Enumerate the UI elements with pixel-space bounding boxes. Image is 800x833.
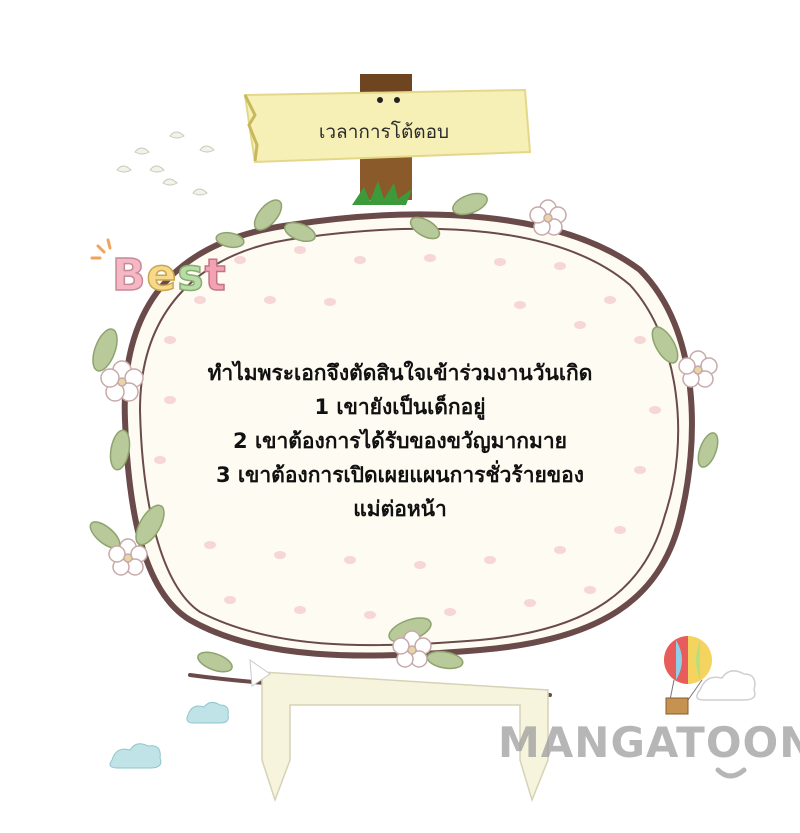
answer-option-1: 1 เขายังเป็นเด็กอยู่ <box>314 395 486 419</box>
best-sticker: Best <box>111 249 227 302</box>
answer-option-2: 2 เขาต้องการได้รับของขวัญมากมาย <box>233 429 567 453</box>
best-letter-e: e <box>146 249 178 302</box>
best-letter-t: t <box>204 249 227 302</box>
hot-air-balloon <box>664 636 712 715</box>
birds-decoration <box>116 131 215 196</box>
clouds-decoration <box>109 701 229 769</box>
best-letter-s: s <box>177 249 205 302</box>
sign-label: เวลาการโต้ตอบ <box>318 121 450 143</box>
smile-mark <box>715 767 747 779</box>
question-line: ทำไมพระเอกจึงตัดสินใจเข้าร่วมงานวันเกิด <box>207 361 593 385</box>
mangatoon-watermark: MANGATOON <box>498 718 800 767</box>
question-block: ทำไมพระเอกจึงตัดสินใจเข้าร่วมงานวันเกิด … <box>150 356 650 526</box>
answer-option-3: 3 เขาต้องการเปิดเผยแผนการชั่วร้ายของ <box>215 463 585 487</box>
best-letter-b: B <box>111 249 147 302</box>
answer-option-3-continued: แม่ต่อหน้า <box>353 497 447 521</box>
sparkle-marks <box>90 238 112 260</box>
